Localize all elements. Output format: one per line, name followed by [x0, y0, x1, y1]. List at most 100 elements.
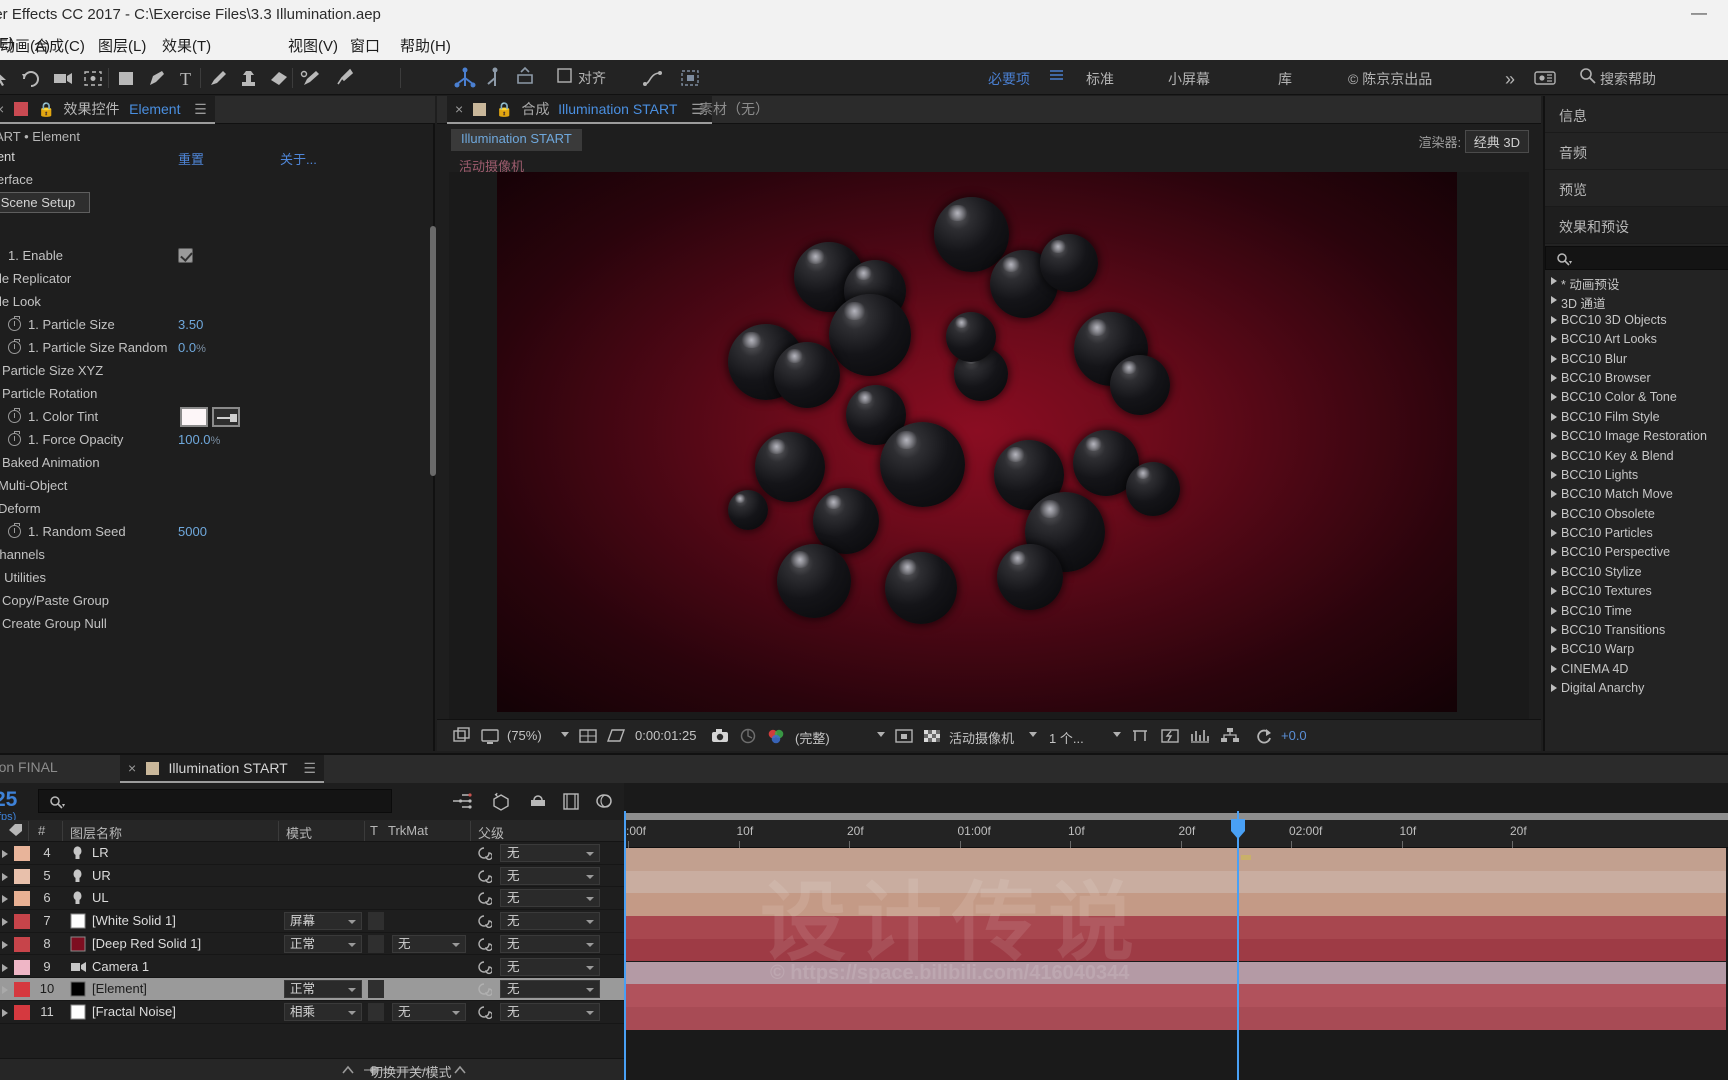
disclosure-triangle-icon[interactable] [1551, 645, 1557, 654]
disclosure-triangle-icon[interactable] [1551, 412, 1557, 421]
panel-tab-effects-presets[interactable]: 效果和预设 [1545, 207, 1728, 244]
views-dropdown-icon[interactable] [1113, 732, 1121, 737]
column-t[interactable]: T [370, 823, 378, 838]
menu-item-effect[interactable]: 效果(T) [162, 35, 211, 56]
align-distribute-icon[interactable] [678, 66, 704, 90]
disclosure-triangle-icon[interactable] [1551, 664, 1557, 673]
layer-expand-icon[interactable] [2, 940, 8, 949]
always-preview-icon[interactable] [451, 725, 473, 750]
layer-color-swatch[interactable] [14, 959, 30, 975]
effects-tree-item[interactable]: BCC10 Image Restoration [1545, 427, 1728, 446]
column-parent[interactable]: 父级 [478, 823, 504, 842]
effect-row[interactable]: 1. Force Opacity 100.0% [0, 429, 435, 451]
layer-name[interactable]: Camera 1 [92, 959, 149, 974]
column-number[interactable]: # [38, 823, 45, 838]
layer-name[interactable]: LR [92, 845, 109, 860]
timeline-current-time[interactable]: 25 [0, 788, 17, 812]
panel-menu-icon[interactable]: ☰ [194, 96, 207, 122]
resolution-value[interactable]: (完整) [795, 728, 830, 747]
layer-blend-mode[interactable]: 相乘 [284, 1002, 362, 1021]
exposure-value[interactable]: +0.0 [1281, 728, 1307, 743]
effect-row-value[interactable]: 0.0% [178, 340, 206, 355]
layer-name[interactable]: UR [92, 868, 111, 883]
effect-row-value[interactable]: 100.0% [178, 432, 220, 447]
transparency-grid-icon[interactable] [921, 725, 943, 750]
effects-tree-item[interactable]: BCC10 3D Objects [1545, 311, 1728, 330]
disclosure-triangle-icon[interactable] [1551, 277, 1557, 285]
menu-item-window[interactable]: 窗口 [350, 35, 380, 56]
timeline-layer-rows[interactable]: 4 LR 无 5 UR 无 6 UL 无 7 [White Solid 1] 屏幕无 8 [Deep Re… [0, 842, 624, 1057]
composition-canvas[interactable] [497, 172, 1457, 712]
effects-tree-item[interactable]: BCC10 Art Looks [1545, 330, 1728, 349]
disclosure-triangle-icon[interactable] [1551, 354, 1557, 363]
workspace-settings-icon[interactable] [1532, 66, 1558, 90]
composition-breadcrumb[interactable]: Illumination START [451, 129, 582, 151]
disclosure-triangle-icon[interactable] [1551, 684, 1557, 693]
effects-tree-item[interactable]: BCC10 Browser [1545, 369, 1728, 388]
tl-panel-menu-icon[interactable]: ☰ [303, 755, 316, 781]
layer-color-swatch[interactable] [14, 868, 30, 884]
layer-color-swatch[interactable] [14, 914, 30, 930]
layer-expand-icon[interactable] [2, 895, 8, 904]
effect-row[interactable]: 1. Particle Size Random 0.0% [0, 337, 435, 359]
pan-behind-tool[interactable] [80, 66, 106, 90]
effects-tree-item[interactable]: BCC10 Warp [1545, 640, 1728, 659]
effect-row[interactable]: Copy/Paste Group [0, 590, 435, 612]
layer-color-swatch[interactable] [14, 891, 30, 907]
table-row[interactable]: 10 [Element] 正常 无 [0, 978, 624, 1001]
disclosure-triangle-icon[interactable] [1551, 432, 1557, 441]
preserve-transparency-toggle[interactable] [368, 1002, 384, 1021]
effects-tree-item[interactable]: 3D 通道 [1545, 291, 1728, 311]
comp-tab-close-icon[interactable]: × [455, 96, 463, 122]
layer-duration-bar[interactable] [626, 916, 1726, 939]
panel-tab-audio[interactable]: 音频 [1545, 133, 1728, 170]
comp-flowchart-icon[interactable] [1219, 725, 1241, 750]
disclosure-triangle-icon[interactable] [1551, 509, 1557, 518]
disclosure-triangle-icon[interactable] [1551, 296, 1557, 305]
parent-pickwhip-icon[interactable] [476, 960, 493, 978]
workspace-overflow[interactable]: » [1505, 69, 1515, 90]
motion-blur-icon[interactable] [593, 790, 615, 812]
effect-row[interactable]: Baked Animation [0, 452, 435, 474]
menu-item-help[interactable]: 帮助(H) [400, 35, 451, 56]
parent-pickwhip-icon[interactable] [476, 846, 493, 864]
text-tool[interactable]: T [174, 66, 200, 90]
effects-search-input[interactable] [1545, 246, 1728, 270]
table-row[interactable]: 8 [Deep Red Solid 1] 正常 无 无 [0, 933, 624, 956]
pen-tool[interactable] [144, 66, 170, 90]
menu-item-animation[interactable]: 动画(A) [0, 35, 50, 56]
effects-tree-item[interactable]: BCC10 Lights [1545, 466, 1728, 485]
enable-checkbox[interactable] [178, 248, 193, 263]
table-row[interactable]: 7 [White Solid 1] 屏幕 无 [0, 910, 624, 933]
effect-row-value[interactable]: 5000 [178, 524, 207, 539]
effects-tree-item[interactable]: Digital Anarchy [1545, 679, 1728, 698]
resolution-dropdown-icon[interactable] [877, 732, 885, 737]
camera-tool[interactable] [50, 66, 76, 90]
effects-tree-item[interactable]: BCC10 Perspective [1545, 543, 1728, 562]
parent-pickwhip-icon[interactable] [476, 869, 493, 887]
layer-parent[interactable]: 无 [500, 866, 600, 885]
minimize-button[interactable]: — [1688, 4, 1710, 24]
timeline-search-input[interactable] [38, 789, 392, 813]
current-time-indicator[interactable] [1231, 811, 1245, 1080]
eraser-tool[interactable] [266, 66, 292, 90]
stopwatch-icon[interactable] [8, 315, 21, 331]
layer-parent[interactable]: 无 [500, 912, 600, 931]
effect-controls-scrollbar[interactable] [430, 226, 436, 476]
disclosure-triangle-icon[interactable] [1551, 470, 1557, 479]
table-row[interactable]: 4 LR 无 [0, 842, 624, 865]
layer-track-matte[interactable]: 无 [392, 1002, 466, 1021]
effects-tree-item[interactable]: BCC10 Transitions [1545, 621, 1728, 640]
disclosure-triangle-icon[interactable] [1551, 315, 1557, 324]
layer-parent[interactable]: 无 [500, 957, 600, 976]
column-mode[interactable]: 模式 [286, 823, 312, 842]
table-row[interactable]: 6 UL 无 [0, 887, 624, 911]
layer-duration-bar[interactable] [626, 961, 1726, 985]
layer-duration-bar[interactable] [626, 1006, 1726, 1030]
camera-view-value[interactable]: 活动摄像机 [949, 728, 1014, 747]
track-xy-camera-icon[interactable] [512, 66, 538, 90]
scene-setup-button[interactable]: Scene Setup [0, 192, 90, 213]
tab-effect-controls[interactable]: × 🔒 效果控件 Element ☰ [0, 96, 215, 124]
eyedropper-icon[interactable] [212, 407, 240, 427]
viewer-timecode[interactable]: 0:00:01:25 [635, 728, 696, 743]
